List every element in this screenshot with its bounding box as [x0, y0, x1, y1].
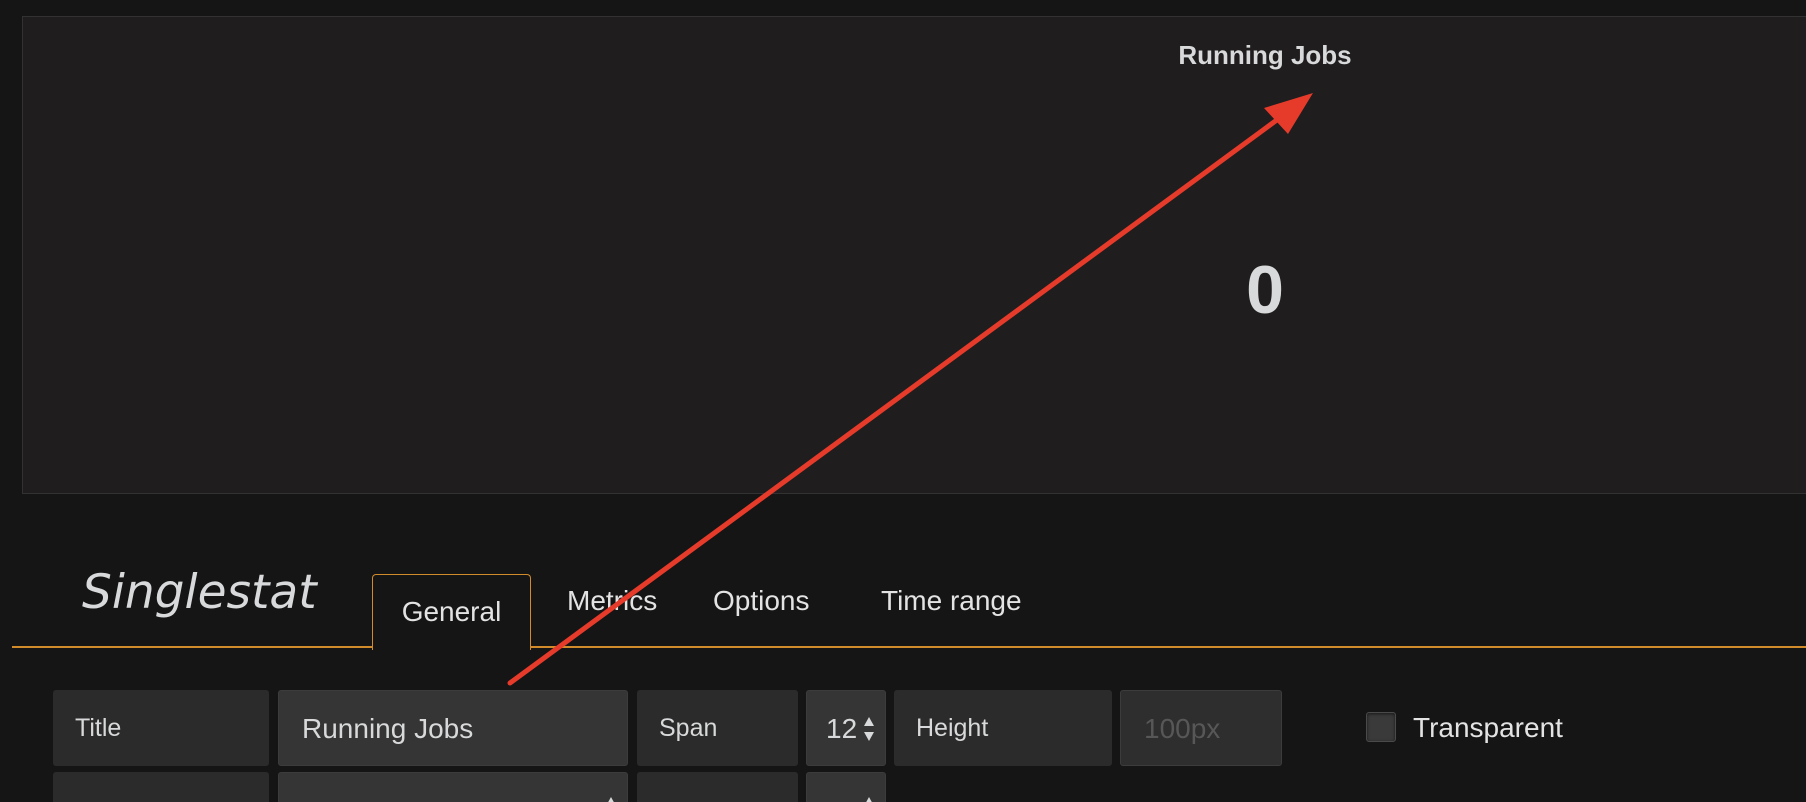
row2-label-cell	[53, 772, 269, 802]
tab-underline-divider	[12, 646, 1806, 648]
height-input[interactable]: 100px	[1120, 690, 1282, 766]
transparent-checkbox[interactable]	[1366, 712, 1396, 742]
spinner-arrows-icon	[864, 717, 874, 741]
row2-label-cell-2	[637, 772, 798, 802]
tab-general[interactable]: General	[372, 574, 531, 650]
singlestat-panel-preview[interactable]	[22, 16, 1806, 494]
editor-header: Singlestat General Metrics Options Time …	[12, 555, 1806, 650]
panel-title[interactable]: Running Jobs	[1090, 40, 1440, 71]
grafana-panel-editor-screen: Running Jobs 0 Singlestat General Metric…	[0, 0, 1806, 802]
tab-metrics[interactable]: Metrics	[567, 573, 657, 639]
transparent-label[interactable]: Transparent	[1413, 690, 1563, 766]
spinner-arrows-icon	[608, 797, 614, 802]
editor-panel-type-title: Singlestat	[82, 565, 317, 620]
height-placeholder: 100px	[1144, 713, 1221, 744]
row2-select[interactable]	[278, 772, 628, 802]
row2-select-2[interactable]	[806, 772, 886, 802]
title-input[interactable]: Running Jobs	[278, 690, 628, 766]
tab-options[interactable]: Options	[713, 573, 810, 639]
spinner-arrows-icon	[866, 797, 872, 802]
singlestat-value: 0	[1246, 252, 1284, 328]
height-label: Height	[894, 690, 1112, 766]
span-select[interactable]: 12	[806, 690, 886, 766]
tab-time-range[interactable]: Time range	[881, 573, 1022, 639]
span-label: Span	[637, 690, 798, 766]
title-label: Title	[53, 690, 269, 766]
span-value: 12	[826, 713, 858, 744]
